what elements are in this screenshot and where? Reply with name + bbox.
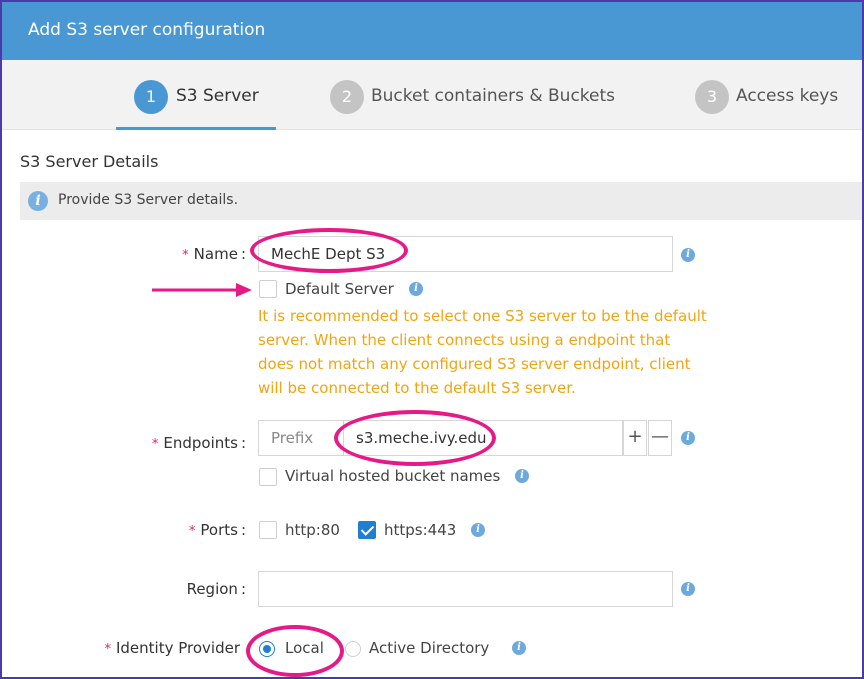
- step-bucket-containers[interactable]: 2 Bucket containers & Buckets: [312, 60, 632, 130]
- name-label: * Name:: [182, 245, 246, 263]
- identity-ad-radio[interactable]: [345, 641, 361, 657]
- endpoints-help-icon[interactable]: i: [681, 431, 695, 445]
- active-step-underline: [116, 127, 276, 130]
- virtual-hosted-label: Virtual hosted bucket names: [285, 467, 501, 485]
- remove-endpoint-button[interactable]: —: [648, 420, 672, 456]
- step-number: 1: [134, 80, 168, 114]
- virtual-hosted-help-icon[interactable]: i: [515, 469, 529, 483]
- region-help-icon[interactable]: i: [681, 582, 695, 596]
- section-title: S3 Server Details: [20, 152, 159, 171]
- http-port-label: http:80: [285, 521, 340, 539]
- endpoint-prefix-input[interactable]: Prefix: [258, 420, 344, 456]
- required-marker: *: [104, 642, 111, 657]
- default-server-checkbox[interactable]: [259, 280, 277, 298]
- step-s3-server[interactable]: 1 S3 Server: [116, 60, 276, 130]
- ports-label: * Ports:: [188, 521, 246, 539]
- identity-provider-help-icon[interactable]: i: [512, 641, 526, 655]
- step-number: 3: [695, 80, 729, 114]
- arrow-annotation: [152, 283, 252, 297]
- add-endpoint-button[interactable]: +: [623, 420, 647, 456]
- required-marker: *: [182, 248, 189, 263]
- identity-provider-label: * Identity Provider: [104, 639, 240, 657]
- ports-help-icon[interactable]: i: [471, 523, 485, 537]
- https-port-label: https:443: [384, 521, 457, 539]
- region-label: Region:: [186, 580, 246, 598]
- required-marker: *: [188, 524, 196, 539]
- info-banner: i Provide S3 Server details.: [20, 182, 862, 220]
- title-bar: Add S3 server configuration: [2, 2, 862, 60]
- name-input[interactable]: MechE Dept S3: [258, 236, 673, 272]
- info-icon: i: [28, 191, 48, 211]
- dialog: Add S3 server configuration 1 S3 Server …: [0, 0, 864, 679]
- identity-local-label: Local: [285, 639, 324, 657]
- step-label: Access keys: [736, 86, 839, 106]
- step-number: 2: [330, 80, 364, 114]
- http-port-checkbox[interactable]: [259, 521, 277, 539]
- region-input[interactable]: [258, 571, 673, 607]
- https-port-checkbox[interactable]: [358, 521, 376, 539]
- default-server-label: Default Server: [285, 280, 394, 298]
- identity-ad-label: Active Directory: [369, 639, 490, 657]
- required-marker: *: [151, 437, 159, 452]
- step-access-keys[interactable]: 3 Access keys: [677, 60, 857, 130]
- step-label: Bucket containers & Buckets: [371, 86, 616, 106]
- virtual-hosted-checkbox[interactable]: [259, 468, 277, 486]
- info-banner-text: Provide S3 Server details.: [58, 192, 239, 208]
- wizard-steps: 1 S3 Server 2 Bucket containers & Bucket…: [2, 60, 862, 130]
- endpoints-label: * Endpoints:: [151, 434, 246, 452]
- name-help-icon[interactable]: i: [681, 248, 695, 262]
- default-server-warning: It is recommended to select one S3 serve…: [258, 307, 707, 397]
- step-label: S3 Server: [176, 86, 259, 106]
- default-server-help-icon[interactable]: i: [409, 282, 423, 296]
- dialog-title: Add S3 server configuration: [28, 20, 266, 40]
- endpoint-input[interactable]: s3.meche.ivy.edu: [343, 420, 623, 456]
- identity-local-radio[interactable]: [259, 641, 275, 657]
